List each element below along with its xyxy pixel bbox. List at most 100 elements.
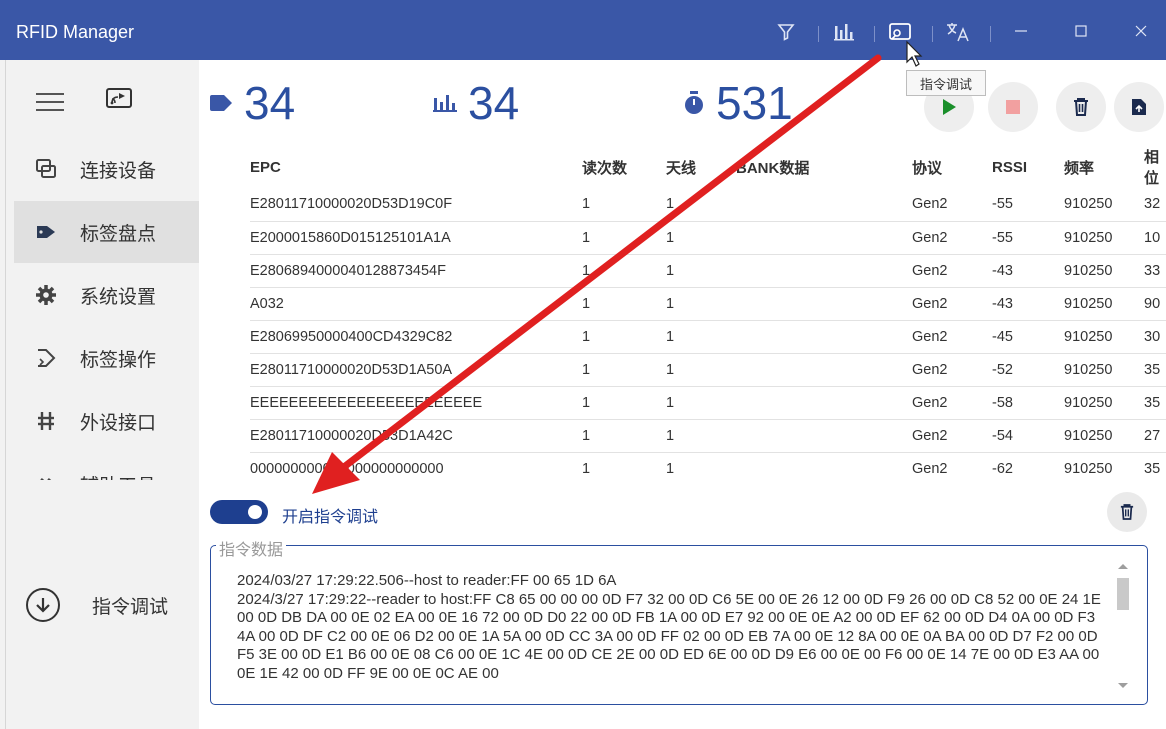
- protocol-cell: Gen2: [912, 287, 992, 321]
- column-header[interactable]: RSSI: [992, 146, 1064, 188]
- export-button[interactable]: [1114, 82, 1164, 132]
- sidebar-item-label: 指令调试: [92, 595, 169, 618]
- menu-icon[interactable]: [36, 93, 64, 117]
- table-row[interactable]: EEEEEEEEEEEEEEEEEEEEEEEE 1 1 Gen2 -58 910250 3…: [206, 386, 1166, 420]
- protocol-cell: Gen2: [912, 353, 992, 387]
- trash-icon: [1074, 98, 1088, 116]
- stop-button[interactable]: [988, 82, 1038, 132]
- phase-cell: 27: [1144, 419, 1166, 453]
- epc-cell: EEEEEEEEEEEEEEEEEEEEEEEE: [250, 386, 582, 420]
- sidebar-item-peripheral-interface[interactable]: 外设接口: [14, 390, 199, 452]
- sidebar-item-system-settings[interactable]: 系统设置: [14, 264, 199, 326]
- toggle-label: 开启指令调试: [282, 507, 379, 526]
- tag-icon: [34, 220, 58, 244]
- epc-cell: E28011710000020D53D1A42C: [250, 419, 582, 453]
- column-header[interactable]: 相位: [1144, 146, 1166, 188]
- column-header[interactable]: 频率: [1064, 146, 1144, 188]
- bank-data-cell: [736, 452, 912, 478]
- minimize-button[interactable]: [1003, 14, 1039, 48]
- phase-cell: 10: [1144, 221, 1166, 255]
- gear-icon: [34, 283, 58, 307]
- sidebar-item-connect-device[interactable]: 连接设备: [14, 138, 199, 200]
- delete-button[interactable]: [1056, 82, 1106, 132]
- rssi-cell: -43: [992, 287, 1064, 321]
- command-debug-icon[interactable]: [886, 18, 914, 46]
- phase-cell: 90: [1144, 287, 1166, 321]
- tag-edit-icon: [34, 346, 58, 370]
- table-row[interactable]: E28069950000400CD4329C82 1 1 Gen2 -45 910250 3…: [206, 320, 1166, 354]
- table-row[interactable]: E28011710000020D53D1A50A 1 1 Gen2 -52 910250 3…: [206, 353, 1166, 387]
- antenna-cell: 1: [666, 287, 736, 321]
- translate-icon[interactable]: [944, 18, 972, 46]
- interface-icon: [34, 409, 58, 433]
- table-row[interactable]: A032 1 1 Gen2 -43 910250 90: [206, 287, 1166, 321]
- protocol-cell: Gen2: [912, 386, 992, 420]
- table-row[interactable]: 000000000000000000000000 1 1 Gen2 -62 910250 3…: [206, 452, 1166, 478]
- command-log[interactable]: 2024/03/27 17:29:22.506--host to reader:…: [237, 572, 1103, 692]
- tag-table: EPC 读次数 天线 BANK数据 协议 RSSI 频率 相位 E2801171…: [206, 146, 1166, 478]
- scroll-down-icon[interactable]: [1117, 682, 1129, 690]
- phase-cell: 33: [1144, 254, 1166, 288]
- tooltip: 指令调试: [906, 70, 986, 96]
- table-row[interactable]: E2000015860D015125101A1A 1 1 Gen2 -55 910250 1…: [206, 221, 1166, 255]
- frequency-cell: 910250: [1064, 320, 1144, 354]
- tag-count-stat: 34: [208, 80, 295, 126]
- antenna-cell: 1: [666, 419, 736, 453]
- protocol-cell: Gen2: [912, 188, 992, 222]
- column-header[interactable]: 读次数: [582, 146, 666, 188]
- phase-cell: 32: [1144, 188, 1166, 222]
- column-header[interactable]: BANK数据: [736, 146, 912, 188]
- bank-data-cell: [736, 386, 912, 420]
- command-data-legend: 指令数据: [216, 536, 287, 560]
- phase-cell: 35: [1144, 452, 1166, 478]
- phase-cell: 30: [1144, 320, 1166, 354]
- rssi-cell: -43: [992, 254, 1064, 288]
- sidebar-item-command-debug[interactable]: 指令调试: [26, 588, 168, 622]
- phase-cell: 35: [1144, 353, 1166, 387]
- timer-value: 531: [716, 77, 793, 129]
- sidebar-item-label: 连接设备: [80, 159, 157, 182]
- rssi-cell: -62: [992, 452, 1064, 478]
- bank-data-cell: [736, 287, 912, 321]
- column-header[interactable]: 天线: [666, 146, 736, 188]
- bank-data-cell: [736, 419, 912, 453]
- epc-cell: A032: [250, 287, 582, 321]
- timer-stat: 531: [682, 80, 793, 126]
- scroll-up-icon[interactable]: [1117, 562, 1129, 570]
- sidebar-item-tag-inventory[interactable]: 标签盘点: [14, 201, 199, 263]
- trash-icon: [1120, 504, 1134, 520]
- clear-log-button[interactable]: [1107, 492, 1147, 532]
- sidebar-item-label: 标签操作: [80, 348, 157, 371]
- read-count-cell: 1: [582, 353, 666, 387]
- rssi-cell: -45: [992, 320, 1064, 354]
- stopwatch-icon: [685, 91, 703, 114]
- rssi-cell: -52: [992, 353, 1064, 387]
- read-count-cell: 1: [582, 419, 666, 453]
- column-header[interactable]: 协议: [912, 146, 992, 188]
- log-scrollbar[interactable]: [1113, 560, 1133, 695]
- column-header[interactable]: EPC: [250, 146, 582, 188]
- frequency-cell: 910250: [1064, 386, 1144, 420]
- maximize-button[interactable]: [1063, 14, 1099, 48]
- table-row[interactable]: E2806894000040128873454F 1 1 Gen2 -43 910250 3…: [206, 254, 1166, 288]
- epc-cell: E2000015860D015125101A1A: [250, 221, 582, 255]
- file-export-icon: [1132, 99, 1146, 115]
- command-debug-toggle[interactable]: [210, 500, 268, 524]
- bar-chart-icon[interactable]: [830, 18, 858, 46]
- scroll-thumb[interactable]: [1117, 578, 1129, 610]
- bank-data-cell: [736, 320, 912, 354]
- table-row[interactable]: E28011710000020D53D1A42C 1 1 Gen2 -54 910250 2…: [206, 419, 1166, 453]
- sidebar-item-label: 标签盘点: [80, 222, 157, 245]
- close-button[interactable]: [1123, 14, 1159, 48]
- rfid-reader-icon: [104, 86, 134, 116]
- epc-cell: E2806894000040128873454F: [250, 254, 582, 288]
- antenna-cell: 1: [666, 452, 736, 478]
- table-row[interactable]: E28011710000020D53D19C0F 1 1 Gen2 -55 910250 3…: [206, 188, 1166, 222]
- phase-cell: 35: [1144, 386, 1166, 420]
- filter-icon[interactable]: [772, 18, 800, 46]
- epc-cell: E28011710000020D53D1A50A: [250, 353, 582, 387]
- tag-icon: [210, 95, 232, 111]
- sidebar-item-tag-operation[interactable]: 标签操作: [14, 327, 199, 389]
- toggle-knob: [248, 505, 262, 519]
- epc-cell: E28069950000400CD4329C82: [250, 320, 582, 354]
